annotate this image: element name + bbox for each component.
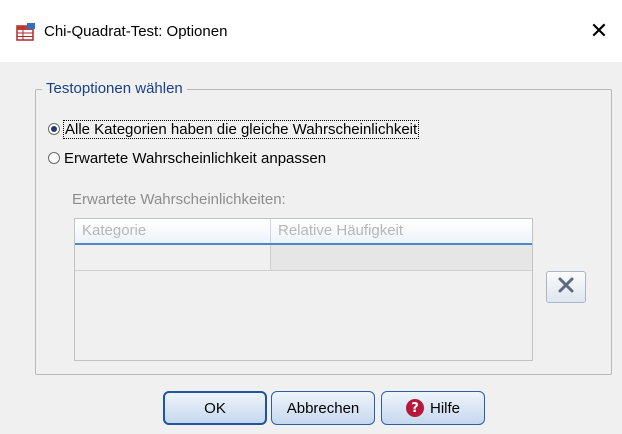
column-header-category: Kategorie <box>75 219 271 243</box>
table-cell-category[interactable] <box>75 245 271 271</box>
help-icon: ? <box>405 399 424 417</box>
table-cell-relative-frequency[interactable] <box>271 245 532 271</box>
radio-button-selected[interactable] <box>48 123 60 135</box>
close-icon: ✕ <box>589 18 609 43</box>
radio-custom-expected[interactable]: Erwartete Wahrscheinlichkeit anpassen <box>48 148 326 168</box>
help-button[interactable]: ? Hilfe <box>381 391 485 425</box>
expected-values-table: Kategorie Relative Häufigkeit <box>74 218 533 361</box>
ok-button[interactable]: OK <box>163 391 267 425</box>
radio-all-categories-label: Alle Kategorien haben die gleiche Wahrsc… <box>62 119 420 139</box>
close-button[interactable]: ✕ <box>576 0 622 62</box>
group-legend: Testoptionen wählen <box>42 80 187 97</box>
column-header-relative-frequency: Relative Häufigkeit <box>278 222 404 239</box>
radio-dot <box>51 126 57 132</box>
expected-probabilities-label: Erwartete Wahrscheinlichkeiten: <box>72 191 286 208</box>
app-table-icon <box>16 22 36 42</box>
title-bar: Chi-Quadrat-Test: Optionen ✕ <box>0 0 622 62</box>
radio-all-categories-equal[interactable]: Alle Kategorien haben die gleiche Wahrsc… <box>48 119 420 139</box>
cancel-button[interactable]: Abbrechen <box>271 391 375 425</box>
cancel-button-label: Abbrechen <box>286 399 360 417</box>
radio-custom-label: Erwartete Wahrscheinlichkeit anpassen <box>64 149 327 167</box>
table-row[interactable] <box>75 245 532 271</box>
window-title: Chi-Quadrat-Test: Optionen <box>44 23 228 40</box>
table-header: Kategorie Relative Häufigkeit <box>75 219 532 245</box>
delete-row-button[interactable] <box>546 271 586 303</box>
delete-x-icon <box>557 276 575 298</box>
ok-button-label: OK <box>204 399 226 417</box>
help-button-label: Hilfe <box>429 399 460 417</box>
radio-button-unselected[interactable] <box>48 152 60 164</box>
